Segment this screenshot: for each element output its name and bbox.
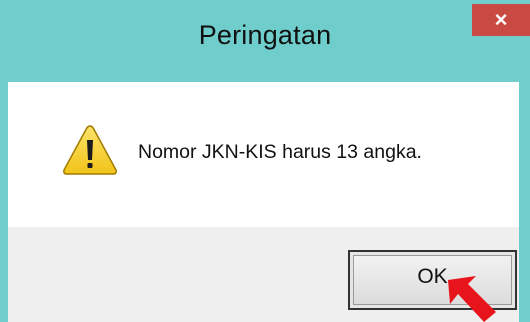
button-bar: OK: [8, 227, 519, 322]
dialog-client-area: Nomor JKN-KIS harus 13 angka. OK: [8, 82, 519, 322]
ok-button-label: OK: [417, 265, 448, 288]
close-icon: ×: [494, 7, 508, 32]
dialog-window: Peringatan × Nomor JKN-KIS harus 13 angk…: [0, 0, 530, 322]
message-text: Nomor JKN-KIS harus 13 angka.: [138, 141, 422, 163]
close-button[interactable]: ×: [472, 4, 530, 36]
ok-button[interactable]: OK: [348, 250, 517, 310]
message-area: Nomor JKN-KIS harus 13 angka.: [8, 82, 519, 227]
title-bar[interactable]: Peringatan ×: [0, 0, 530, 82]
window-title: Peringatan: [198, 20, 332, 50]
warning-icon: [63, 125, 117, 175]
